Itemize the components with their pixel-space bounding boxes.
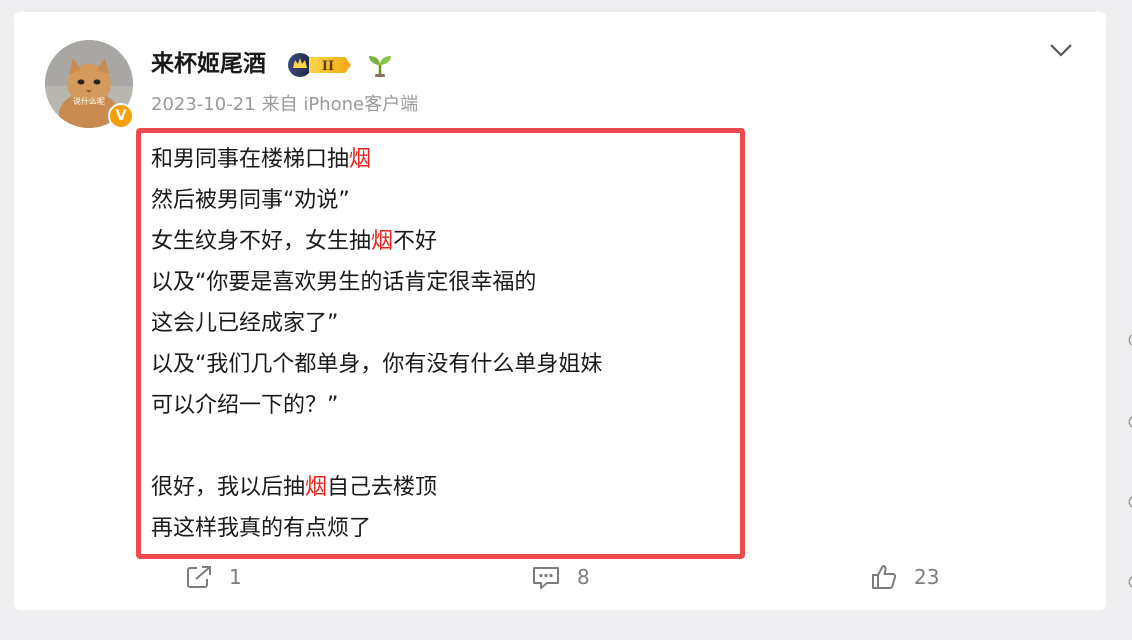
author-name[interactable]: 来杯姬尾酒 — [151, 49, 266, 79]
post-line-text: 很好，我以后抽 — [151, 475, 306, 500]
like-count: 23 — [914, 565, 940, 589]
comment-button[interactable]: 8 — [531, 562, 590, 592]
post-line-text: 再这样我真的有点烦了 — [151, 516, 372, 541]
post-line: 以及“你要是喜欢男生的话肯定很幸福的 — [151, 262, 602, 303]
post-line-text: 可以介绍一下的？” — [151, 393, 339, 418]
like-icon — [872, 565, 897, 589]
post-line: 女生纹身不好，女生抽烟不好 — [151, 221, 602, 262]
post-line: 然后被男同事“劝说” — [151, 180, 602, 221]
highlighted-keyword[interactable]: 烟 — [371, 229, 393, 254]
post-line: 再这样我真的有点烦了 — [151, 508, 602, 549]
share-icon — [187, 566, 211, 588]
post-line-text: 不好 — [393, 229, 438, 254]
verified-icon: V — [108, 103, 134, 129]
share-button[interactable]: 1 — [185, 562, 242, 592]
post-line-text: 以及“你要是喜欢男生的话肯定很幸福的 — [151, 270, 537, 295]
share-count: 1 — [229, 565, 242, 589]
sprout-icon[interactable] — [366, 52, 394, 78]
post-date: 2023-10-21 — [151, 94, 256, 115]
post-source[interactable]: 来自 iPhone客户端 — [262, 94, 418, 115]
post-line-text: 以及“我们几个都单身，你有没有什么单身姐妹 — [151, 352, 603, 377]
post-meta: 2023-10-21 来自 iPhone客户端 — [151, 93, 424, 117]
post-line: 以及“我们几个都单身，你有没有什么单身姐妹 — [151, 344, 602, 385]
highlighted-keyword[interactable]: 烟 — [305, 475, 327, 500]
side-icon-2[interactable] — [1124, 416, 1132, 428]
post-line: 很好，我以后抽烟自己去楼顶 — [151, 467, 602, 508]
post-text: 和男同事在楼梯口抽烟 然后被男同事“劝说” 女生纹身不好，女生抽烟不好 以及“你要是喜… — [151, 139, 602, 549]
post-line-text: 和男同事在楼梯口抽 — [151, 147, 350, 172]
avatar-caption: 说什么呢 — [73, 96, 105, 106]
like-button[interactable]: 23 — [870, 562, 939, 592]
comment-icon — [533, 567, 559, 589]
chevron-down-icon[interactable] — [1048, 40, 1074, 60]
post-line-text: 然后被男同事“劝说” — [151, 188, 350, 213]
crown-badge-icon[interactable]: II — [287, 52, 353, 78]
post-line: 这会儿已经成家了” — [151, 303, 602, 344]
highlighted-keyword[interactable]: 烟 — [349, 147, 371, 172]
post-line — [151, 426, 602, 467]
side-icon-1[interactable] — [1124, 334, 1132, 346]
post-line-text: 自己去楼顶 — [327, 475, 438, 500]
side-icon-4[interactable] — [1124, 576, 1132, 588]
side-icon-3[interactable] — [1124, 496, 1132, 508]
level-badge-text: II — [322, 59, 334, 74]
post-line: 可以介绍一下的？” — [151, 385, 602, 426]
post-line-text: 这会儿已经成家了” — [151, 311, 339, 336]
comment-count: 8 — [577, 565, 590, 589]
post-line: 和男同事在楼梯口抽烟 — [151, 139, 602, 180]
post-line-text: 女生纹身不好，女生抽 — [151, 229, 372, 254]
